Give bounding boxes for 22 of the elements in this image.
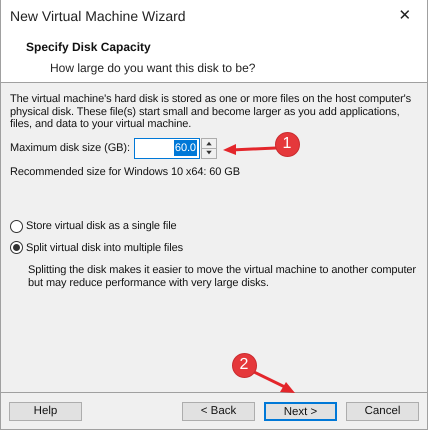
arrow-icon	[252, 370, 296, 394]
radio-button[interactable]	[10, 241, 23, 254]
page-heading: Specify Disk Capacity	[26, 39, 152, 56]
description-text: The virtual machine's hard disk is stored as one or more files on the host computer's physical disk. These file(s) start small and become larger as you add applications, files, and data to your virtual machine.	[10, 93, 412, 130]
spin-buttons[interactable]	[200, 138, 217, 158]
radio-button[interactable]	[10, 220, 23, 233]
window-title: New Virtual Machine Wizard	[10, 6, 186, 26]
option-label[interactable]: Split virtual disk into multiple files	[26, 240, 183, 256]
step-number-badge: 1	[274, 132, 300, 156]
option-note: Splitting the disk makes it easier to move the virtual machine to another computer but may reduce performance with very large disks.	[27, 264, 417, 290]
recommendation-text: Recommended size for Windows 10 x64: 60 GB	[10, 164, 241, 180]
field-label: Maximum disk size (GB):	[10, 140, 130, 156]
arrow-icon	[222, 143, 278, 156]
wizard-button[interactable]: Next >	[264, 402, 337, 420]
wizard-button[interactable]: < Back	[182, 402, 255, 420]
option-label[interactable]: Store virtual disk as a single file	[26, 218, 177, 234]
wizard-button[interactable]: Help	[9, 402, 82, 420]
page-subtitle: How large do you want this disk to be?	[49, 60, 256, 77]
wizard-button[interactable]: Cancel	[346, 402, 419, 420]
disk-size-field[interactable]: 60.0	[134, 138, 200, 158]
step-number-badge: 2	[232, 352, 256, 378]
close-button[interactable]: ✕	[383, 0, 427, 32]
